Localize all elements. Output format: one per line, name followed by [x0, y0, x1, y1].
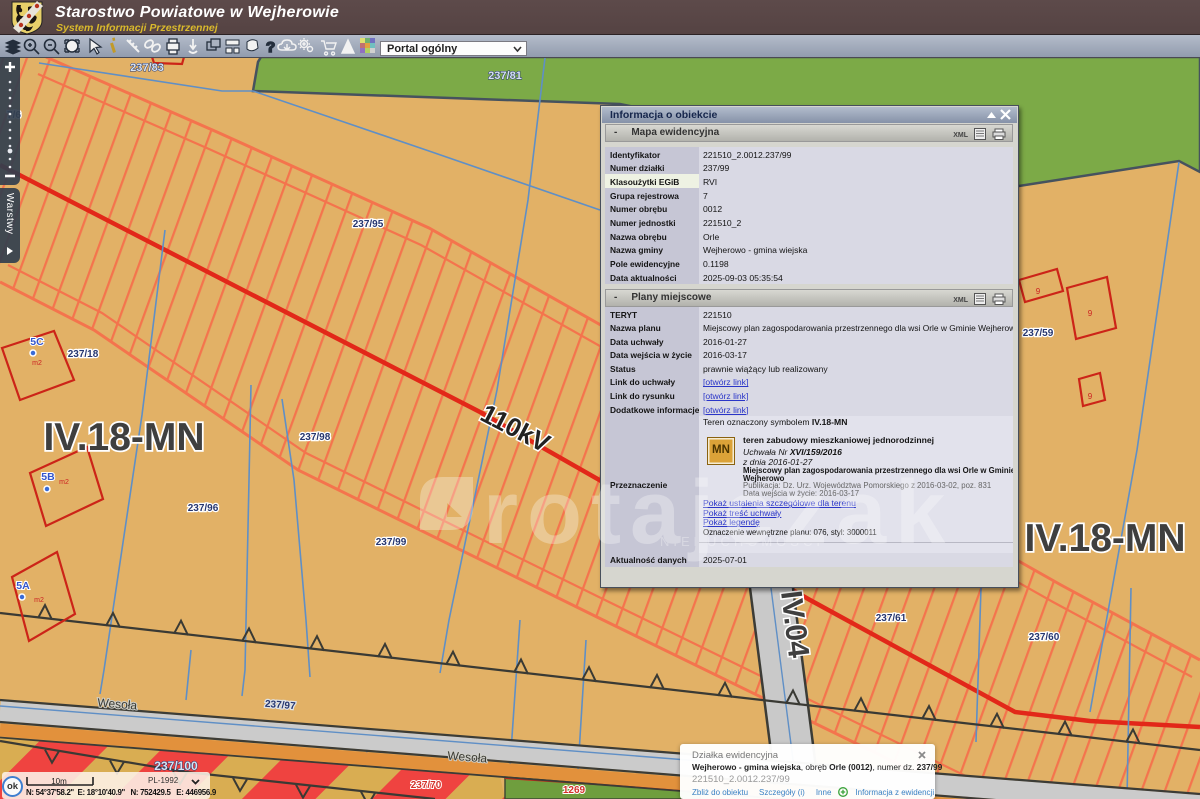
svg-text:10m: 10m	[51, 777, 67, 786]
svg-text:9: 9	[1088, 309, 1093, 318]
svg-text:5A: 5A	[16, 580, 30, 592]
svg-text:237/98: 237/98	[300, 432, 331, 443]
svg-text:IV.18-MN: IV.18-MN	[1024, 517, 1185, 560]
svg-text:237/100: 237/100	[154, 759, 198, 773]
svg-text:m2: m2	[59, 479, 69, 486]
svg-text:237/18: 237/18	[68, 349, 99, 360]
svg-text:237/83: 237/83	[130, 62, 164, 74]
svg-text:237/95: 237/95	[353, 219, 384, 230]
svg-text:m2: m2	[32, 360, 42, 367]
svg-text:9: 9	[1088, 392, 1093, 401]
svg-text:237/81: 237/81	[488, 70, 522, 82]
svg-text:237/59: 237/59	[1023, 328, 1054, 339]
svg-text:?: ?	[266, 39, 275, 56]
svg-text:237/60: 237/60	[1029, 632, 1060, 643]
svg-text:237/99: 237/99	[376, 537, 407, 548]
svg-text:237/61: 237/61	[876, 613, 907, 624]
svg-text:5B: 5B	[41, 471, 55, 483]
svg-text:237/70: 237/70	[411, 780, 442, 791]
svg-text:m2: m2	[34, 597, 44, 604]
svg-text:1269: 1269	[563, 785, 586, 796]
svg-text:5C: 5C	[30, 336, 44, 348]
svg-text:9: 9	[1036, 287, 1041, 296]
svg-text:IV.18-MN: IV.18-MN	[43, 416, 204, 459]
svg-text:237/96: 237/96	[188, 503, 219, 514]
